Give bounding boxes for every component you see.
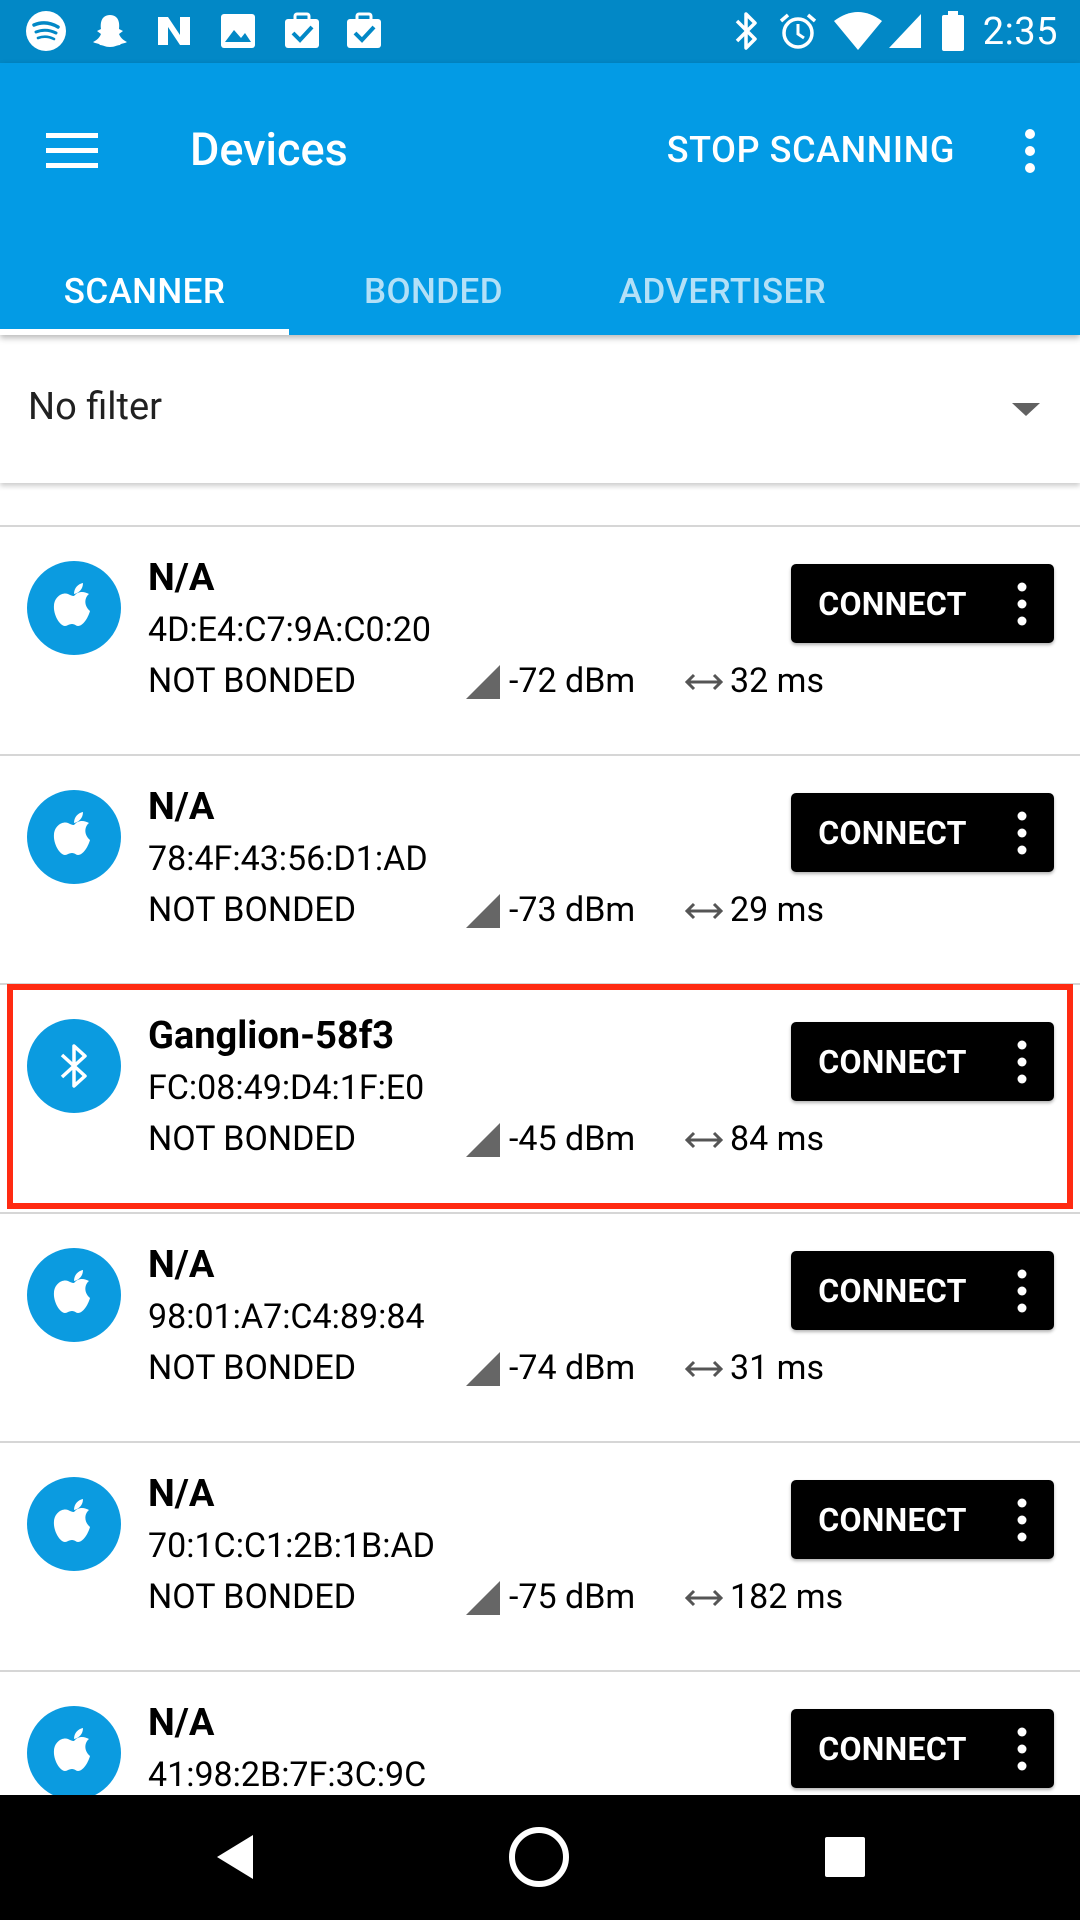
device-name: N/A	[148, 1243, 215, 1287]
apple-icon	[27, 1477, 121, 1571]
interval-arrows-icon	[684, 1131, 724, 1149]
navigation-bar	[0, 1795, 1080, 1920]
tab-advertiser[interactable]: ADVERTISER	[578, 247, 867, 335]
interval-arrows-icon	[684, 673, 724, 691]
signal-strength-icon	[466, 894, 500, 928]
bond-state: NOT BONDED	[148, 661, 357, 701]
advertising-interval: 31 ms	[730, 1348, 825, 1388]
connect-button[interactable]: CONNECT	[791, 564, 1054, 643]
clock: 2:35	[982, 10, 1058, 54]
connect-label: CONNECT	[818, 584, 967, 623]
rssi-value: -45 dBm	[509, 1119, 636, 1159]
snapchat-icon	[88, 10, 132, 52]
more-vert-icon	[1025, 129, 1035, 173]
tab-scanner[interactable]: SCANNER	[0, 247, 289, 335]
connect-label: CONNECT	[818, 1042, 967, 1081]
bond-state: NOT BONDED	[148, 1577, 357, 1617]
tab-bonded[interactable]: BONDED	[289, 247, 578, 335]
connect-button[interactable]: CONNECT	[791, 1022, 1054, 1101]
more-vert-icon[interactable]	[1004, 1723, 1040, 1775]
more-vert-icon[interactable]	[1004, 1036, 1040, 1088]
overflow-menu-button[interactable]	[1000, 111, 1060, 191]
device-row[interactable]: N/A 4D:E4:C7:9A:C0:20 NOT BONDED -72 dBm…	[0, 527, 1080, 753]
bluetooth-icon	[27, 1019, 121, 1113]
tab-indicator	[0, 329, 289, 335]
rssi-value: -73 dBm	[509, 890, 636, 930]
connect-label: CONNECT	[818, 813, 967, 852]
device-address: FC:08:49:D4:1F:E0	[148, 1068, 425, 1108]
connect-label: CONNECT	[818, 1271, 967, 1310]
page-title: Devices	[190, 123, 348, 176]
task-icon-2	[342, 10, 386, 52]
signal-strength-icon	[466, 1581, 500, 1615]
apple-icon	[27, 561, 121, 655]
wifi-icon	[832, 10, 884, 52]
apple-icon	[27, 1248, 121, 1342]
connect-button[interactable]: CONNECT	[791, 1480, 1054, 1559]
device-address: 41:98:2B:7F:3C:9C	[148, 1755, 427, 1795]
device-address: 98:01:A7:C4:89:84	[148, 1297, 425, 1337]
connect-label: CONNECT	[818, 1500, 967, 1539]
more-vert-icon[interactable]	[1004, 1265, 1040, 1317]
interval-arrows-icon	[684, 902, 724, 920]
device-name: N/A	[148, 1472, 215, 1516]
device-row[interactable]: N/A 98:01:A7:C4:89:84 NOT BONDED -74 dBm…	[0, 1214, 1080, 1440]
connect-button[interactable]: CONNECT	[791, 1251, 1054, 1330]
more-vert-icon[interactable]	[1004, 578, 1040, 630]
bond-state: NOT BONDED	[148, 1348, 357, 1388]
hamburger-menu-icon	[46, 133, 98, 168]
stop-scanning-button[interactable]: STOP SCANNING	[667, 115, 955, 185]
bond-state: NOT BONDED	[148, 1119, 357, 1159]
device-name: Ganglion-58f3	[148, 1014, 395, 1058]
more-vert-icon[interactable]	[1004, 807, 1040, 859]
interval-arrows-icon	[684, 1589, 724, 1607]
nova-launcher-icon	[152, 10, 196, 52]
menu-button[interactable]	[30, 109, 114, 193]
advertising-interval: 32 ms	[730, 661, 825, 701]
cell-signal-icon	[885, 10, 925, 52]
advertising-interval: 182 ms	[730, 1577, 844, 1617]
bond-state: NOT BONDED	[148, 890, 357, 930]
connect-button[interactable]: CONNECT	[791, 793, 1054, 872]
signal-strength-icon	[466, 665, 500, 699]
rssi-value: -74 dBm	[509, 1348, 636, 1388]
device-address: 70:1C:C1:2B:1B:AD	[148, 1526, 435, 1566]
filter-value: No filter	[28, 385, 162, 429]
bluetooth-icon	[730, 10, 764, 52]
recents-icon[interactable]	[800, 1817, 890, 1897]
interval-arrows-icon	[684, 1360, 724, 1378]
dropdown-arrow-icon	[1012, 403, 1040, 416]
advertising-interval: 29 ms	[730, 890, 825, 930]
rssi-value: -72 dBm	[509, 661, 636, 701]
apple-icon	[27, 790, 121, 884]
signal-strength-icon	[466, 1123, 500, 1157]
device-name: N/A	[148, 785, 215, 829]
gallery-icon	[216, 10, 260, 52]
signal-strength-icon	[466, 1352, 500, 1386]
battery-icon	[938, 10, 968, 52]
alarm-icon	[776, 10, 820, 52]
apple-icon	[27, 1706, 121, 1800]
device-address: 4D:E4:C7:9A:C0:20	[148, 610, 432, 650]
task-icon	[280, 10, 324, 52]
rssi-value: -75 dBm	[509, 1577, 636, 1617]
connect-label: CONNECT	[818, 1729, 967, 1768]
connect-button[interactable]: CONNECT	[791, 1709, 1054, 1788]
status-bar: 2:35	[0, 0, 1080, 63]
device-row[interactable]: N/A 70:1C:C1:2B:1B:AD NOT BONDED -75 dBm…	[0, 1443, 1080, 1669]
back-icon[interactable]	[190, 1817, 280, 1897]
advertising-interval: 84 ms	[730, 1119, 825, 1159]
device-address: 78:4F:43:56:D1:AD	[148, 839, 428, 879]
device-name: N/A	[148, 1701, 215, 1745]
device-row[interactable]: N/A 78:4F:43:56:D1:AD NOT BONDED -73 dBm…	[0, 756, 1080, 982]
device-name: N/A	[148, 556, 215, 600]
app-bar: Devices STOP SCANNING SCANNER BONDED ADV…	[0, 63, 1080, 335]
home-icon[interactable]	[494, 1817, 584, 1897]
device-row[interactable]: Ganglion-58f3 FC:08:49:D4:1F:E0 NOT BOND…	[0, 985, 1080, 1211]
more-vert-icon[interactable]	[1004, 1494, 1040, 1546]
spotify-icon	[24, 10, 68, 52]
filter-dropdown[interactable]: No filter	[0, 335, 1080, 483]
